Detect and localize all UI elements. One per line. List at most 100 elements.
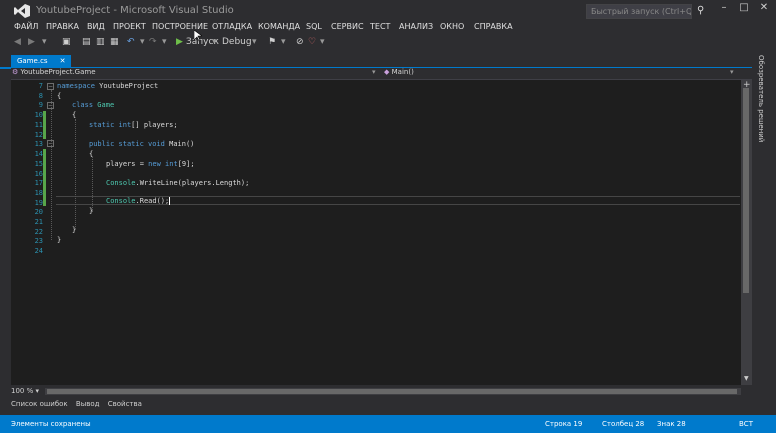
find-dropdown-icon[interactable]: ▾: [281, 37, 286, 47]
line-number: 14: [34, 150, 43, 158]
scroll-down-icon[interactable]: ▼: [744, 375, 749, 382]
status-char: Знак 28: [657, 420, 686, 428]
line-number: 10: [34, 111, 43, 119]
save-icon[interactable]: ▥: [96, 37, 105, 47]
line-number: 16: [34, 170, 43, 178]
member-dropdown[interactable]: ◆ Main(): [384, 68, 414, 76]
menu-edit[interactable]: ПРАВКА: [46, 22, 79, 31]
tab-output[interactable]: Вывод: [76, 400, 100, 408]
close-tab-icon[interactable]: ✕: [60, 57, 66, 65]
tab-game-cs[interactable]: Game.cs ✕: [11, 55, 72, 67]
mouse-cursor-icon: [194, 30, 202, 42]
forward-icon[interactable]: ▶: [28, 37, 35, 47]
zoom-level[interactable]: 100 % ▾: [11, 387, 39, 395]
start-icon[interactable]: ▶: [176, 37, 183, 47]
new-project-icon[interactable]: ▣: [62, 37, 71, 47]
line-number: 7: [38, 82, 43, 90]
line-number: 22: [34, 228, 43, 236]
indent-guide: [51, 90, 52, 240]
undo-dropdown-icon[interactable]: ▾: [140, 37, 145, 47]
line-number: 11: [34, 121, 43, 129]
line-number: 20: [34, 208, 43, 216]
line-number: 18: [34, 189, 43, 197]
menu-analyze[interactable]: АНАЛИЗ: [399, 22, 433, 31]
collapse-icon[interactable]: −: [47, 83, 54, 90]
navigation-dropdown-icon[interactable]: ▾: [42, 37, 47, 47]
menu-debug[interactable]: ОТЛАДКА: [212, 22, 252, 31]
code-line-10: {: [72, 111, 77, 119]
find-in-files-icon[interactable]: ⚑: [268, 37, 276, 47]
change-marker: [43, 111, 46, 139]
code-line-15: players = new int[9];: [106, 160, 195, 168]
menu-team[interactable]: КОМАНДА: [258, 22, 300, 31]
status-column: Столбец 28: [602, 420, 645, 428]
code-line-11: static int[] players;: [89, 121, 178, 129]
code-line-9: class Game: [72, 101, 115, 109]
zoom-dropdown-icon[interactable]: ▾: [35, 387, 39, 395]
menu-window[interactable]: ОКНО: [440, 22, 464, 31]
menu-project[interactable]: ПРОЕКТ: [113, 22, 146, 31]
solution-explorer-tab[interactable]: Обозреватель решений: [757, 55, 765, 142]
redo-icon[interactable]: ↷: [149, 37, 157, 47]
toolbar-options-icon[interactable]: ▾: [320, 37, 325, 47]
class-dropdown[interactable]: ⚙ YoutubeProject.Game: [12, 68, 96, 76]
code-line-20: }: [89, 207, 94, 215]
class-dropdown-arrow-icon[interactable]: ▾: [372, 68, 376, 76]
tab-error-list[interactable]: Список ошибок: [11, 400, 68, 408]
configuration-select[interactable]: Debug: [222, 37, 252, 47]
menu-test[interactable]: ТЕСТ: [370, 22, 390, 31]
class-path: YoutubeProject.Game: [20, 68, 96, 76]
save-all-icon[interactable]: ▦: [110, 37, 119, 47]
line-number: 19: [34, 199, 43, 207]
text-caret: [169, 197, 171, 205]
code-line-8: {: [57, 92, 62, 100]
maximize-button[interactable]: □: [736, 2, 752, 13]
quick-launch-input[interactable]: Быстрый запуск (Ctrl+Q): [586, 4, 692, 19]
minimize-button[interactable]: –: [716, 2, 732, 13]
back-icon[interactable]: ◀: [14, 37, 21, 47]
undo-icon[interactable]: ↶: [127, 37, 135, 47]
code-line-13: public static void Main(): [89, 140, 195, 148]
status-message: Элементы сохранены: [11, 420, 91, 428]
close-window-button[interactable]: ✕: [756, 2, 772, 13]
code-line-19: Console.Read();: [106, 197, 171, 205]
toolbar: ◀ ▶ ▾ ▣ ▤ ▥ ▦ ↶ ▾ ↷ ▾ ▶ Запуск ▾ Debug ▾…: [0, 34, 776, 50]
menu-file[interactable]: ФАЙЛ: [14, 22, 38, 31]
menu-tools[interactable]: СЕРВИС: [331, 22, 364, 31]
line-number: 24: [34, 247, 43, 255]
member-dropdown-arrow-icon[interactable]: ▾: [730, 68, 734, 76]
navigation-bar: [11, 68, 752, 80]
line-number: 23: [34, 237, 43, 245]
menu-sql[interactable]: SQL: [306, 22, 322, 31]
member-name: Main(): [391, 68, 414, 76]
configuration-dropdown-icon[interactable]: ▾: [252, 37, 257, 47]
status-line: Строка 19: [545, 420, 583, 428]
line-number: 15: [34, 160, 43, 168]
clear-breakpoints-icon[interactable]: ♡: [308, 37, 316, 47]
code-line-17: Console.WriteLine(players.Length);: [106, 179, 250, 187]
menu-bar: ФАЙЛ ПРАВКА ВИД ПРОЕКТ ПОСТРОЕНИЕ ОТЛАДК…: [0, 20, 776, 33]
start-dropdown-icon[interactable]: ▾: [212, 37, 217, 47]
menu-help[interactable]: СПРАВКА: [474, 22, 513, 31]
tab-label: Game.cs: [17, 57, 48, 65]
document-tab-strip: [0, 55, 752, 69]
redo-dropdown-icon[interactable]: ▾: [162, 37, 167, 47]
line-number: 21: [34, 218, 43, 226]
vertical-scrollbar-thumb[interactable]: [743, 88, 749, 293]
line-number: 13: [34, 140, 43, 148]
line-number: 17: [34, 179, 43, 187]
horizontal-scrollbar-thumb[interactable]: [47, 389, 737, 394]
visual-studio-logo-icon: [14, 4, 30, 18]
open-file-icon[interactable]: ▤: [82, 37, 91, 47]
split-editor-icon[interactable]: +: [743, 80, 751, 90]
line-number: 9: [38, 101, 43, 109]
indent-guide: [92, 157, 93, 212]
search-icon[interactable]: ⚲: [697, 5, 704, 16]
code-line-22: }: [72, 226, 77, 234]
tab-properties[interactable]: Свойства: [108, 400, 142, 408]
indent-guide: [75, 119, 76, 229]
status-insert-mode: ВСТ: [739, 420, 753, 428]
breakpoint-icon[interactable]: ⊘: [296, 37, 304, 47]
menu-view[interactable]: ВИД: [87, 22, 105, 31]
class-icon: ⚙: [12, 68, 19, 76]
